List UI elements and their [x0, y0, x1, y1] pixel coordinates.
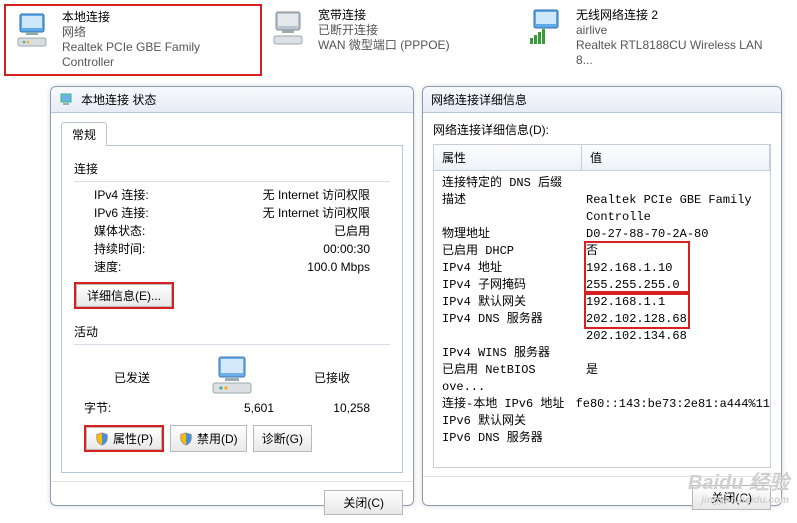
activity-graphic: 已发送 已接收: [74, 349, 390, 399]
section-connection: 连接: [74, 160, 390, 177]
details-window: 网络连接详细信息 网络连接详细信息(D): 属性 值 连接特定的 DNS 后缀描…: [422, 86, 782, 506]
detail-row: IPv4 WINS 服务器: [434, 345, 770, 362]
details-header: 属性 值: [434, 145, 770, 171]
connections-list: 本地连接 网络 Realtek PCIe GBE Family Controll…: [0, 0, 797, 80]
connection-text: 本地连接 网络 Realtek PCIe GBE Family Controll…: [62, 10, 252, 70]
row-duration: 持续时间:00:00:30: [74, 240, 390, 258]
network-icon: [59, 92, 75, 108]
details-subtitle: 网络连接详细信息(D):: [433, 121, 771, 138]
row-media: 媒体状态:已启用: [74, 222, 390, 240]
details-button[interactable]: 详细信息(E)...: [76, 284, 172, 307]
details-list: 属性 值 连接特定的 DNS 后缀描述Realtek PCIe GBE Fami…: [433, 144, 771, 468]
row-ipv4: IPv4 连接:无 Internet 访问权限: [74, 186, 390, 204]
shield-icon: [179, 432, 193, 446]
row-speed: 速度:100.0 Mbps: [74, 258, 390, 276]
connection-text: 无线网络连接 2 airlive Realtek RTL8188CU Wirel…: [576, 8, 770, 72]
monitor-icon: [270, 8, 310, 48]
detail-row: 连接-本地 IPv6 地址fe80::143:be73:2e81:a444%11: [434, 396, 770, 413]
section-activity: 活动: [74, 323, 390, 340]
connection-item-broadband[interactable]: 宽带连接 已断开连接 WAN 微型端口 (PPPOE): [262, 4, 520, 76]
shield-icon: [95, 432, 109, 446]
connection-text: 宽带连接 已断开连接 WAN 微型端口 (PPPOE): [318, 8, 450, 72]
monitor-icon: [14, 10, 54, 50]
properties-button[interactable]: 属性(P): [86, 427, 162, 450]
row-ipv6: IPv6 连接:无 Internet 访问权限: [74, 204, 390, 222]
window-title: 本地连接 状态: [51, 87, 413, 113]
wifi-monitor-icon: [528, 8, 568, 48]
detail-row: 描述Realtek PCIe GBE Family Controlle: [434, 192, 770, 226]
detail-row: IPv6 DNS 服务器: [434, 430, 770, 447]
window-title: 网络连接详细信息: [423, 87, 781, 113]
connection-item-local[interactable]: 本地连接 网络 Realtek PCIe GBE Family Controll…: [4, 4, 262, 76]
tab-general[interactable]: 常规: [61, 122, 107, 146]
connection-item-wireless[interactable]: 无线网络连接 2 airlive Realtek RTL8188CU Wirel…: [520, 4, 778, 76]
detail-row: 202.102.134.68: [434, 328, 770, 345]
detail-row: IPv6 默认网关: [434, 413, 770, 430]
detail-row: 连接特定的 DNS 后缀: [434, 175, 770, 192]
detail-row: 已启用 NetBIOS ove...是: [434, 362, 770, 396]
row-bytes: 字节: 5,601 10,258: [74, 399, 390, 417]
watermark: Baidu 经验 jingyan.baidu.com: [688, 466, 789, 506]
diagnose-button[interactable]: 诊断(G): [253, 425, 312, 452]
monitor-activity-icon: [205, 353, 259, 400]
disable-button[interactable]: 禁用(D): [170, 425, 247, 452]
close-button[interactable]: 关闭(C): [324, 490, 403, 515]
status-window: 本地连接 状态 常规 连接 IPv4 连接:无 Internet 访问权限 IP…: [50, 86, 414, 506]
